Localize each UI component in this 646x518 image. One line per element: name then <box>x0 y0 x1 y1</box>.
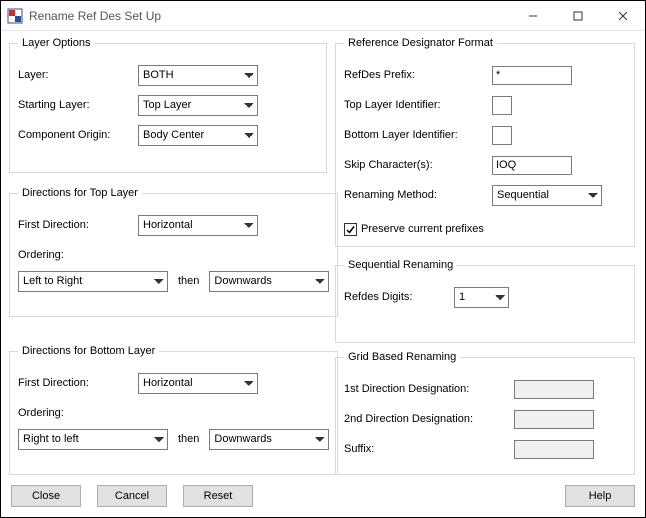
preserve-prefixes-checkbox[interactable] <box>344 223 357 236</box>
refdes-digits-select[interactable]: 1 <box>454 287 509 308</box>
reset-button[interactable]: Reset <box>183 485 253 507</box>
top-id-input[interactable] <box>492 96 512 115</box>
grid-d1-label: 1st Direction Designation: <box>344 383 514 395</box>
bottom-ordering-2-select[interactable]: Downwards <box>209 429 329 450</box>
top-first-direction-label: First Direction: <box>18 219 138 231</box>
bottom-id-input[interactable] <box>492 126 512 145</box>
layer-select[interactable]: BOTH <box>138 65 258 86</box>
grid-suffix-input <box>514 440 594 459</box>
top-then-label: then <box>178 275 199 287</box>
bottom-ordering-1-select[interactable]: Right to left <box>18 429 168 450</box>
starting-layer-label: Starting Layer: <box>18 99 138 111</box>
ref-format-legend: Reference Designator Format <box>344 37 497 49</box>
refdes-prefix-label: RefDes Prefix: <box>344 69 492 81</box>
refdes-digits-label: Refdes Digits: <box>344 291 454 303</box>
renaming-method-select[interactable]: Sequential <box>492 185 602 206</box>
grid-suffix-label: Suffix: <box>344 443 514 455</box>
grid-renaming-group: Grid Based Renaming 1st Direction Design… <box>335 351 635 475</box>
ref-format-group: Reference Designator Format RefDes Prefi… <box>335 37 635 247</box>
component-origin-label: Component Origin: <box>18 129 138 141</box>
title-bar: Rename Ref Des Set Up <box>1 1 645 31</box>
bottom-first-direction-label: First Direction: <box>18 377 138 389</box>
grid-renaming-legend: Grid Based Renaming <box>344 351 460 363</box>
app-icon <box>7 8 23 24</box>
window-title: Rename Ref Des Set Up <box>29 9 510 23</box>
help-button[interactable]: Help <box>565 485 635 507</box>
button-row: Close Cancel Reset Help <box>11 485 635 507</box>
directions-bottom-group: Directions for Bottom Layer First Direct… <box>9 345 338 475</box>
top-first-direction-select[interactable]: Horizontal <box>138 215 258 236</box>
top-ordering-label: Ordering: <box>18 249 138 261</box>
starting-layer-select[interactable]: Top Layer <box>138 95 258 116</box>
layer-options-legend: Layer Options <box>18 37 94 49</box>
maximize-button[interactable] <box>555 1 600 30</box>
renaming-method-label: Renaming Method: <box>344 189 492 201</box>
grid-d2-input <box>514 410 594 429</box>
dialog-content: Layer Options Layer: BOTH Starting Layer… <box>1 31 645 517</box>
component-origin-select[interactable]: Body Center <box>138 125 258 146</box>
grid-d1-input <box>514 380 594 399</box>
directions-top-legend: Directions for Top Layer <box>18 187 142 199</box>
sequential-renaming-legend: Sequential Renaming <box>344 259 457 271</box>
bottom-first-direction-select[interactable]: Horizontal <box>138 373 258 394</box>
layer-options-group: Layer Options Layer: BOTH Starting Layer… <box>9 37 327 173</box>
refdes-prefix-input[interactable] <box>492 66 572 85</box>
directions-top-group: Directions for Top Layer First Direction… <box>9 187 338 317</box>
preserve-prefixes-label: Preserve current prefixes <box>361 223 484 235</box>
skip-chars-input[interactable] <box>492 156 572 175</box>
dialog-window: Rename Ref Des Set Up Layer Options Laye… <box>0 0 646 518</box>
bottom-then-label: then <box>178 433 199 445</box>
top-ordering-1-select[interactable]: Left to Right <box>18 271 168 292</box>
cancel-button[interactable]: Cancel <box>97 485 167 507</box>
minimize-button[interactable] <box>510 1 555 30</box>
sequential-renaming-group: Sequential Renaming Refdes Digits: 1 <box>335 259 635 343</box>
close-button[interactable]: Close <box>11 485 81 507</box>
bottom-ordering-label: Ordering: <box>18 407 138 419</box>
top-id-label: Top Layer Identifier: <box>344 99 492 111</box>
bottom-id-label: Bottom Layer Identifier: <box>344 129 492 141</box>
skip-chars-label: Skip Character(s): <box>344 159 492 171</box>
grid-d2-label: 2nd Direction Designation: <box>344 413 514 425</box>
close-window-button[interactable] <box>600 1 645 30</box>
layer-label: Layer: <box>18 69 138 81</box>
directions-bottom-legend: Directions for Bottom Layer <box>18 345 159 357</box>
top-ordering-2-select[interactable]: Downwards <box>209 271 329 292</box>
